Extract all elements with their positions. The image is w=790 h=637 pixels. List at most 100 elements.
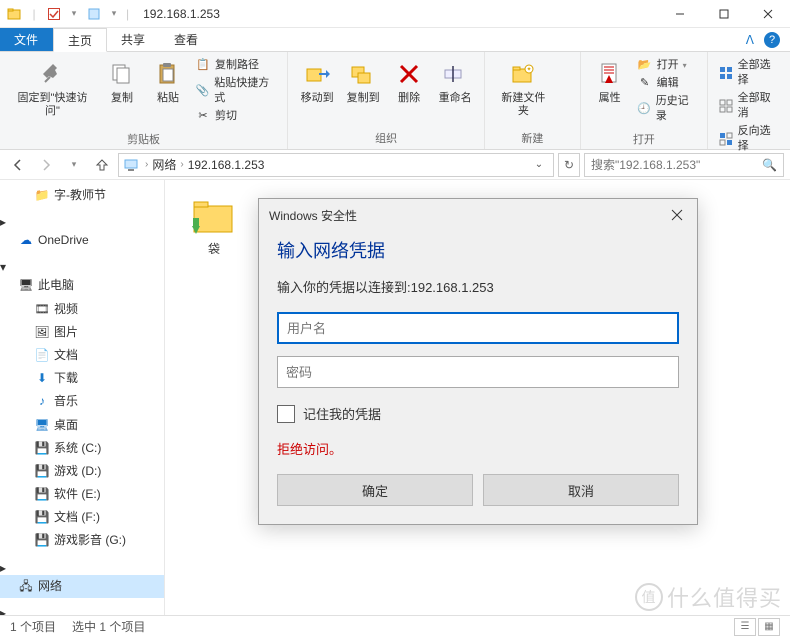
paste-shortcut-button[interactable]: 📎粘贴快捷方式 <box>195 76 277 107</box>
tab-home[interactable]: 主页 <box>53 28 107 52</box>
up-button[interactable] <box>90 153 114 177</box>
ribbon-tabs: 文件 主页 共享 查看 ᐱ ? <box>0 28 790 52</box>
tree-item-onedrive[interactable]: ☁OneDrive <box>0 229 164 252</box>
invert-selection-button[interactable]: 反向选择 <box>718 124 780 155</box>
tree-item-drive-e[interactable]: 💾软件 (E:) <box>0 483 164 506</box>
tree-item-desktop[interactable]: 🖥桌面 <box>0 414 164 437</box>
group-clipboard-label: 剪贴板 <box>0 131 287 150</box>
tree-item-music[interactable]: ♪音乐 <box>0 390 164 413</box>
scissors-icon: ✂ <box>195 109 211 125</box>
icons-view-button[interactable]: ▦ <box>758 618 780 636</box>
tree-item-network[interactable]: 🖧网络 <box>0 575 164 598</box>
dialog-header: 输入网络凭据 <box>277 235 679 273</box>
new-item-button[interactable] <box>560 58 570 74</box>
copy-to-icon <box>347 58 379 90</box>
qat-dropdown-icon[interactable]: ▾ <box>106 6 122 22</box>
address-bar[interactable]: ›网络›192.168.1.253 ⌄ <box>118 153 554 177</box>
tree-item-drive-g[interactable]: 💾游戏影音 (G:) <box>0 529 164 552</box>
watermark-icon: 值 <box>635 583 663 611</box>
pictures-icon: 🖼 <box>34 324 50 340</box>
refresh-dropdown-icon[interactable]: ⌄ <box>529 159 549 170</box>
select-none-button[interactable]: 全部取消 <box>718 91 780 122</box>
username-input[interactable] <box>277 312 679 344</box>
help-button[interactable]: ? <box>764 32 780 48</box>
tree-item[interactable]: 📁字-教师节 <box>0 184 164 207</box>
checkbox-qat-icon[interactable] <box>46 6 62 22</box>
open-icon: 📂 <box>637 58 653 74</box>
remember-checkbox[interactable] <box>277 405 295 423</box>
tree-item-videos[interactable]: 🎞视频 <box>0 298 164 321</box>
history-button[interactable]: 🕘历史记录 <box>637 94 698 125</box>
back-button[interactable] <box>6 153 30 177</box>
password-input[interactable] <box>277 356 679 388</box>
crumb-network[interactable]: 网络 <box>152 156 176 173</box>
collapse-ribbon-icon[interactable]: ᐱ <box>746 33 754 47</box>
paste-button[interactable]: 粘贴 <box>145 56 191 107</box>
network-icon: 🖧 <box>18 578 34 594</box>
rename-icon <box>439 58 471 90</box>
pin-icon <box>37 58 69 90</box>
tab-file[interactable]: 文件 <box>0 28 53 51</box>
history-icon: 🕘 <box>637 101 652 117</box>
tab-view[interactable]: 查看 <box>160 28 213 51</box>
app-icon <box>86 6 102 22</box>
group-open-label: 打开 <box>581 131 708 150</box>
credentials-dialog: Windows 安全性 输入网络凭据 输入你的凭据以连接到:192.168.1.… <box>258 198 698 525</box>
rename-button[interactable]: 重命名 <box>432 56 478 107</box>
dialog-message: 输入你的凭据以连接到:192.168.1.253 <box>277 273 679 312</box>
copy-button[interactable]: 复制 <box>99 56 145 107</box>
music-icon: ♪ <box>34 394 50 410</box>
tree-item-drive-f[interactable]: 💾文档 (F:) <box>0 506 164 529</box>
ribbon: 固定到"快速访问" 复制 粘贴 📋复制路径 📎粘贴快捷方式 ✂剪切 剪贴板 移动… <box>0 52 790 150</box>
chevron-icon[interactable]: ▸ <box>0 561 6 575</box>
delete-button[interactable]: 删除 <box>386 56 432 107</box>
cancel-button[interactable]: 取消 <box>483 474 679 506</box>
move-to-button[interactable]: 移动到 <box>294 56 340 107</box>
tree-item-drive-c[interactable]: 💾系统 (C:) <box>0 437 164 460</box>
dialog-title: Windows 安全性 <box>269 207 357 224</box>
chevron-icon[interactable]: ▸ <box>0 215 6 229</box>
tree-item-drive-d[interactable]: 💾游戏 (D:) <box>0 460 164 483</box>
search-icon[interactable]: 🔍 <box>762 158 777 172</box>
navigation-pane: 📁字-教师节 ▸ ☁OneDrive ▾ 🖥此电脑 🎞视频 🖼图片 📄文档 ⬇下… <box>0 180 165 617</box>
new-item-icon <box>560 58 570 74</box>
chevron-down-icon[interactable]: ▾ <box>0 260 6 274</box>
copy-to-button[interactable]: 复制到 <box>340 56 386 107</box>
search-box[interactable]: 🔍 <box>584 153 784 177</box>
copy-path-button[interactable]: 📋复制路径 <box>195 58 277 74</box>
tree-item-this-pc[interactable]: 🖥此电脑 <box>0 274 164 297</box>
drive-icon: 💾 <box>34 440 50 456</box>
refresh-button[interactable]: ↻ <box>558 153 580 177</box>
remember-label: 记住我的凭据 <box>303 404 381 423</box>
details-view-button[interactable]: ☰ <box>734 618 756 636</box>
tree-item-documents[interactable]: 📄文档 <box>0 344 164 367</box>
properties-icon <box>594 58 626 90</box>
copy-icon <box>106 58 138 90</box>
tree-item-downloads[interactable]: ⬇下载 <box>0 367 164 390</box>
qat-separator: | <box>26 6 42 22</box>
pc-icon: 🖥 <box>18 278 34 294</box>
delete-icon <box>393 58 425 90</box>
edit-button[interactable]: ✎编辑 <box>637 76 698 92</box>
pin-to-quick-access-button[interactable]: 固定到"快速访问" <box>6 56 99 120</box>
select-none-icon <box>718 98 733 114</box>
recent-button[interactable]: ▾ <box>62 153 86 177</box>
minimize-button[interactable] <box>658 0 702 28</box>
close-button[interactable] <box>746 0 790 28</box>
shared-folder-item[interactable]: 袋 <box>175 190 253 263</box>
crumb-address[interactable]: 192.168.1.253 <box>188 158 265 172</box>
chevron-down-icon[interactable]: ▾ <box>66 6 82 22</box>
drive-icon: 💾 <box>34 463 50 479</box>
properties-button[interactable]: 属性 <box>587 56 633 107</box>
tab-share[interactable]: 共享 <box>107 28 160 51</box>
cut-button[interactable]: ✂剪切 <box>195 109 277 125</box>
open-button[interactable]: 📂打开▾ <box>637 58 698 74</box>
tree-item-pictures[interactable]: 🖼图片 <box>0 321 164 344</box>
ok-button[interactable]: 确定 <box>277 474 473 506</box>
select-all-button[interactable]: 全部选择 <box>718 58 780 89</box>
search-input[interactable] <box>591 158 762 172</box>
maximize-button[interactable] <box>702 0 746 28</box>
forward-button[interactable] <box>34 153 58 177</box>
dialog-close-button[interactable] <box>667 205 687 225</box>
new-folder-button[interactable]: ✦ 新建文件夹 <box>491 56 555 120</box>
